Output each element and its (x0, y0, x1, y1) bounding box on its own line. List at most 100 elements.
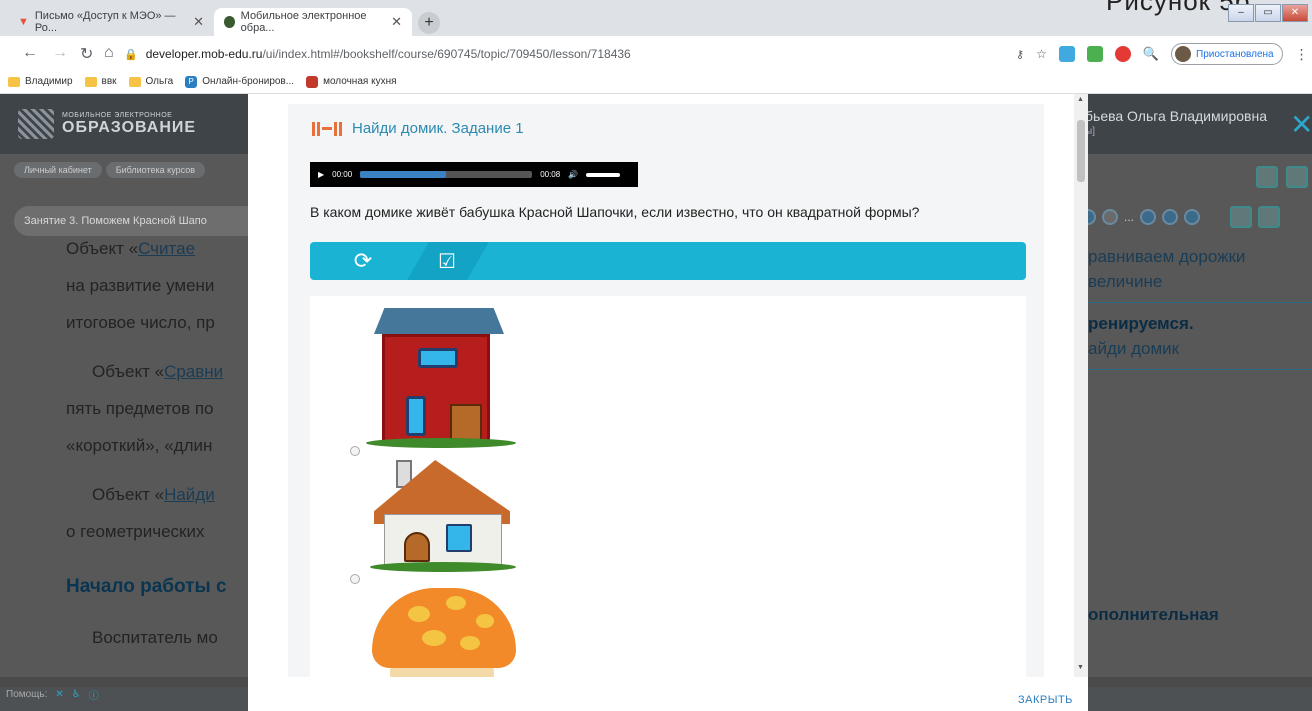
extension-icon[interactable] (1114, 46, 1131, 62)
forward-icon[interactable]: → (52, 44, 68, 62)
tools-icon[interactable]: ✕ (55, 689, 63, 700)
tab-active[interactable]: Мобильное электронное обра... ✕ (214, 8, 412, 36)
lesson-text: Объект «Считае на развитие умени итогово… (66, 239, 266, 656)
answer-options (310, 296, 1026, 677)
menu-icon[interactable]: ⋮ (1295, 46, 1309, 63)
maximize-button[interactable]: ▭ (1255, 4, 1281, 22)
keyboard-button[interactable] (1286, 166, 1308, 188)
object-link[interactable]: Сравни (164, 362, 223, 381)
lesson-pager: ... (1080, 206, 1281, 228)
window-controls: – ▭ ✕ (1228, 4, 1308, 22)
close-button[interactable]: ЗАКРЫТЬ (1018, 694, 1073, 706)
audio-total-time: 00:08 (540, 170, 561, 179)
volume-icon[interactable]: 🔊 (568, 170, 578, 179)
divider (1088, 369, 1312, 370)
text-line: пять предметов по (66, 399, 214, 418)
object-item[interactable]: величине (1088, 269, 1312, 294)
task-title: Найди домик. Задание 1 (352, 120, 524, 137)
breadcrumb-item[interactable]: Библиотека курсов (105, 162, 205, 178)
scroll-up-icon[interactable]: ▲ (1077, 96, 1084, 103)
grid-view-button[interactable] (1230, 206, 1253, 228)
mushroom-spot (446, 596, 466, 610)
house-roof (374, 308, 504, 334)
close-tab-icon[interactable]: ✕ (391, 14, 402, 30)
grass (366, 438, 516, 448)
site-logo[interactable]: МОБИЛЬНОЕ ЭЛЕКТРОННОЕ ОБРАЗОВАНИЕ (18, 104, 218, 144)
key-icon[interactable]: ⚷ (1016, 48, 1024, 61)
bookmark-item[interactable]: P Онлайн-брониров... (185, 75, 294, 88)
mail-icon: ▼ (18, 16, 29, 28)
tab-title: Письмо «Доступ к МЭО» — Ро... (34, 10, 176, 34)
close-window-button[interactable]: ✕ (1282, 4, 1308, 22)
info-icon[interactable]: ⓘ (89, 687, 99, 702)
house-window (446, 524, 472, 552)
object-item-title[interactable]: ополнительная (1088, 602, 1312, 627)
mushroom-spot (460, 636, 480, 650)
url-input[interactable]: 🔒 developer.mob-edu.ru /ui/index.html#/b… (124, 41, 1004, 67)
object-link[interactable]: Считае (138, 239, 195, 258)
url-path: /ui/index.html#/bookshelf/course/690745/… (262, 47, 631, 61)
star-icon[interactable]: ☆ (1036, 47, 1047, 61)
house-window (406, 396, 426, 436)
horizontal-scrollbar[interactable] (1088, 677, 1312, 687)
bookmark-item[interactable]: ввк (84, 76, 117, 87)
tab-mail[interactable]: ▼ Письмо «Доступ к МЭО» — Ро... ✕ (8, 8, 214, 36)
horizontal-scrollbar[interactable] (0, 677, 248, 687)
search-icon[interactable]: 🔍 (1143, 46, 1159, 62)
scroll-down-icon[interactable]: ▼ (1077, 664, 1084, 671)
volume-slider[interactable] (586, 172, 621, 177)
text-line: итоговое число, пр (66, 313, 215, 332)
booking-icon: P (185, 75, 198, 88)
pager-dot[interactable] (1162, 209, 1179, 225)
user-name[interactable]: бьева Ольга Владимировна (1085, 108, 1267, 124)
profile-button[interactable]: Приостановлена (1171, 43, 1283, 65)
logo-icon (18, 109, 54, 139)
text-line: Воспитатель мо (92, 628, 218, 647)
bookmark-item[interactable]: Владимир (8, 76, 73, 87)
site-icon (224, 16, 235, 28)
close-icon[interactable]: ✕ (1290, 108, 1312, 141)
back-icon[interactable]: ← (22, 44, 38, 62)
bookmark-item[interactable]: молочная кухня (306, 75, 397, 88)
scroll-thumb[interactable] (1077, 120, 1085, 182)
audio-progress-bar[interactable] (360, 171, 533, 178)
breadcrumb: Личный кабинет Библиотека курсов (14, 162, 205, 178)
pager-next[interactable] (1184, 209, 1201, 225)
text-line: «короткий», «длин (66, 436, 213, 455)
breadcrumb-item[interactable]: Личный кабинет (14, 162, 102, 178)
close-tab-icon[interactable]: ✕ (193, 14, 204, 30)
mushroom-roof (372, 588, 516, 668)
chat-button[interactable] (1258, 206, 1281, 228)
audio-current-time: 00:00 (332, 170, 353, 179)
accessibility-icon[interactable]: ♿ (72, 689, 81, 700)
divider (1088, 302, 1312, 303)
text-line: Объект « (66, 239, 139, 258)
notes-button[interactable] (1256, 166, 1278, 188)
task-modal: Найди домик. Задание 1 ▶ 00:00 00:08 🔊 В… (248, 94, 1088, 711)
bookmark-item[interactable]: Ольга (128, 76, 173, 87)
new-tab-button[interactable]: + (418, 12, 440, 34)
option-radio[interactable] (350, 446, 360, 456)
play-icon[interactable]: ▶ (318, 170, 324, 179)
object-item-title[interactable]: ренируемся. (1088, 311, 1312, 336)
check-icon[interactable]: ☑ (434, 249, 460, 275)
pager-dot[interactable] (1140, 209, 1157, 225)
minimize-button[interactable]: – (1228, 4, 1254, 22)
object-item[interactable]: равниваем дорожки (1088, 244, 1312, 269)
extension-icon[interactable] (1058, 46, 1075, 62)
home-icon[interactable]: ⌂ (104, 44, 114, 62)
refresh-icon[interactable]: ⟳ (350, 248, 376, 274)
help-label: Помощь: (6, 688, 48, 700)
question-text: В каком домике живёт бабушка Красной Шап… (310, 204, 920, 220)
grass (370, 562, 516, 572)
task-icon (312, 121, 342, 136)
pager-dot[interactable] (1102, 209, 1118, 225)
profile-status: Приостановлена (1196, 48, 1274, 60)
option-radio[interactable] (350, 574, 360, 584)
reload-icon[interactable]: ↻ (80, 44, 93, 64)
logo-text: ОБРАЗОВАНИЕ (62, 118, 197, 136)
object-link[interactable]: Найди (164, 485, 215, 504)
side-tools (1256, 166, 1308, 188)
extension-icon[interactable] (1086, 46, 1103, 62)
object-item[interactable]: айди домик (1088, 336, 1312, 361)
